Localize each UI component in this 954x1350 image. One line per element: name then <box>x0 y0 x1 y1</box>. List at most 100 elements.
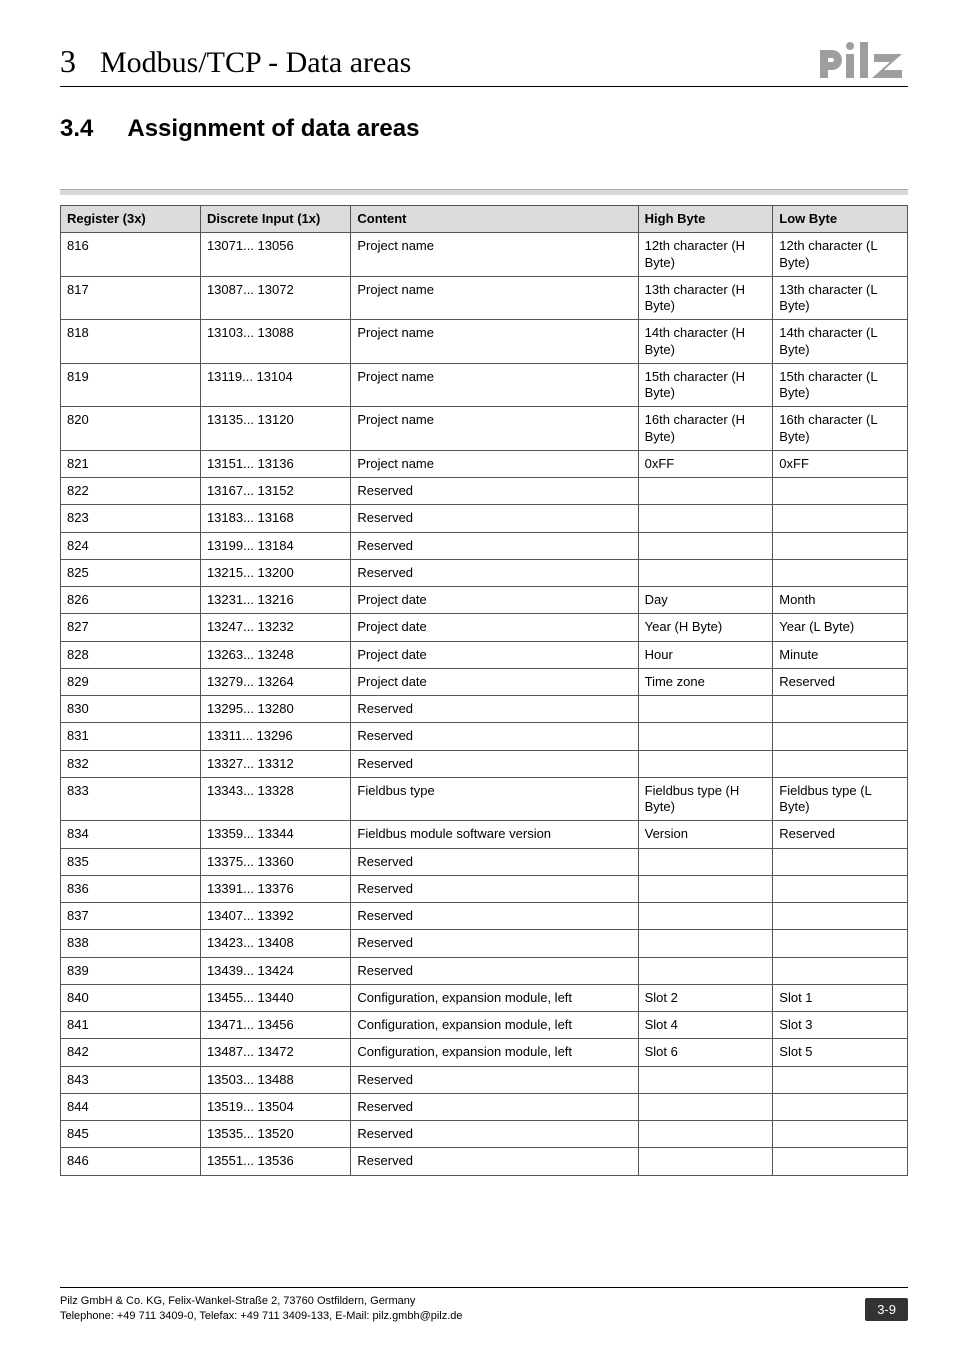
cell-discrete-input: 13519... 13504 <box>200 1093 350 1120</box>
chapter-number: 3 <box>60 43 76 80</box>
cell-discrete-input: 13231... 13216 <box>200 587 350 614</box>
cell-discrete-input: 13551... 13536 <box>200 1148 350 1175</box>
cell-low-byte <box>773 478 908 505</box>
cell-low-byte: Fieldbus type (L Byte) <box>773 777 908 821</box>
cell-low-byte <box>773 930 908 957</box>
table-row: 84013455... 13440Configuration, expansio… <box>61 984 908 1011</box>
cell-content: Reserved <box>351 903 638 930</box>
section-number: 3.4 <box>60 115 93 143</box>
cell-register: 817 <box>61 276 201 320</box>
cell-low-byte: Slot 1 <box>773 984 908 1011</box>
cell-low-byte: Month <box>773 587 908 614</box>
cell-high-byte: Slot 6 <box>638 1039 773 1066</box>
cell-high-byte: 0xFF <box>638 450 773 477</box>
cell-register: 826 <box>61 587 201 614</box>
table-header-row: Register (3x) Discrete Input (1x) Conten… <box>61 206 908 233</box>
cell-low-byte: Slot 5 <box>773 1039 908 1066</box>
footer-contact-line: Telephone: +49 711 3409-0, Telefax: +49 … <box>60 1309 463 1324</box>
th-discrete-input: Discrete Input (1x) <box>200 206 350 233</box>
table-row: 82513215... 13200Reserved <box>61 559 908 586</box>
cell-low-byte: 16th character (L Byte) <box>773 407 908 451</box>
cell-low-byte <box>773 1148 908 1175</box>
th-content: Content <box>351 206 638 233</box>
cell-content: Reserved <box>351 696 638 723</box>
cell-high-byte: 16th character (H Byte) <box>638 407 773 451</box>
cell-low-byte: 0xFF <box>773 450 908 477</box>
table-row: 82913279... 13264Project dateTime zoneRe… <box>61 668 908 695</box>
cell-discrete-input: 13455... 13440 <box>200 984 350 1011</box>
cell-low-byte: 13th character (L Byte) <box>773 276 908 320</box>
cell-content: Reserved <box>351 1093 638 1120</box>
cell-content: Reserved <box>351 1066 638 1093</box>
cell-content: Reserved <box>351 930 638 957</box>
cell-content: Reserved <box>351 750 638 777</box>
cell-register: 839 <box>61 957 201 984</box>
cell-high-byte <box>638 750 773 777</box>
accent-bar <box>60 189 908 195</box>
cell-low-byte <box>773 875 908 902</box>
cell-content: Project date <box>351 614 638 641</box>
table-row: 82313183... 13168Reserved <box>61 505 908 532</box>
cell-register: 818 <box>61 320 201 364</box>
cell-discrete-input: 13343... 13328 <box>200 777 350 821</box>
cell-content: Project name <box>351 407 638 451</box>
th-high-byte: High Byte <box>638 206 773 233</box>
cell-register: 820 <box>61 407 201 451</box>
cell-discrete-input: 13407... 13392 <box>200 903 350 930</box>
cell-register: 833 <box>61 777 201 821</box>
cell-content: Project name <box>351 450 638 477</box>
cell-low-byte <box>773 1121 908 1148</box>
cell-discrete-input: 13391... 13376 <box>200 875 350 902</box>
cell-discrete-input: 13327... 13312 <box>200 750 350 777</box>
cell-discrete-input: 13103... 13088 <box>200 320 350 364</box>
table-row: 82613231... 13216Project dateDayMonth <box>61 587 908 614</box>
cell-high-byte <box>638 696 773 723</box>
cell-low-byte <box>773 1066 908 1093</box>
cell-discrete-input: 13375... 13360 <box>200 848 350 875</box>
th-low-byte: Low Byte <box>773 206 908 233</box>
cell-content: Project name <box>351 363 638 407</box>
cell-register: 828 <box>61 641 201 668</box>
cell-register: 830 <box>61 696 201 723</box>
table-row: 84113471... 13456Configuration, expansio… <box>61 1012 908 1039</box>
table-row: 82013135... 13120Project name16th charac… <box>61 407 908 451</box>
table-row: 81613071... 13056Project name12th charac… <box>61 233 908 277</box>
cell-low-byte: Slot 3 <box>773 1012 908 1039</box>
table-row: 82813263... 13248Project dateHourMinute <box>61 641 908 668</box>
table-row: 81713087... 13072Project name13th charac… <box>61 276 908 320</box>
cell-high-byte <box>638 1066 773 1093</box>
cell-low-byte <box>773 723 908 750</box>
cell-discrete-input: 13199... 13184 <box>200 532 350 559</box>
section-heading: 3.4 Assignment of data areas <box>60 115 908 143</box>
table-row: 83613391... 13376Reserved <box>61 875 908 902</box>
cell-low-byte <box>773 559 908 586</box>
page-number: 3-9 <box>865 1298 908 1321</box>
cell-high-byte: 14th character (H Byte) <box>638 320 773 364</box>
cell-discrete-input: 13359... 13344 <box>200 821 350 848</box>
cell-discrete-input: 13215... 13200 <box>200 559 350 586</box>
table-row: 83813423... 13408Reserved <box>61 930 908 957</box>
table-row: 82713247... 13232Project dateYear (H Byt… <box>61 614 908 641</box>
cell-discrete-input: 13183... 13168 <box>200 505 350 532</box>
cell-content: Configuration, expansion module, left <box>351 984 638 1011</box>
cell-content: Reserved <box>351 848 638 875</box>
cell-high-byte <box>638 478 773 505</box>
table-row: 83913439... 13424Reserved <box>61 957 908 984</box>
cell-register: 816 <box>61 233 201 277</box>
cell-high-byte: Version <box>638 821 773 848</box>
cell-high-byte: Slot 2 <box>638 984 773 1011</box>
table-row: 81813103... 13088Project name14th charac… <box>61 320 908 364</box>
cell-content: Project name <box>351 233 638 277</box>
table-row: 82413199... 13184Reserved <box>61 532 908 559</box>
cell-content: Reserved <box>351 723 638 750</box>
cell-low-byte: Year (L Byte) <box>773 614 908 641</box>
cell-register: 836 <box>61 875 201 902</box>
cell-discrete-input: 13135... 13120 <box>200 407 350 451</box>
cell-high-byte: Day <box>638 587 773 614</box>
cell-content: Reserved <box>351 1148 638 1175</box>
cell-high-byte <box>638 1121 773 1148</box>
cell-low-byte: 14th character (L Byte) <box>773 320 908 364</box>
cell-content: Reserved <box>351 875 638 902</box>
cell-high-byte <box>638 532 773 559</box>
page-header: 3 Modbus/TCP - Data areas <box>60 38 908 87</box>
